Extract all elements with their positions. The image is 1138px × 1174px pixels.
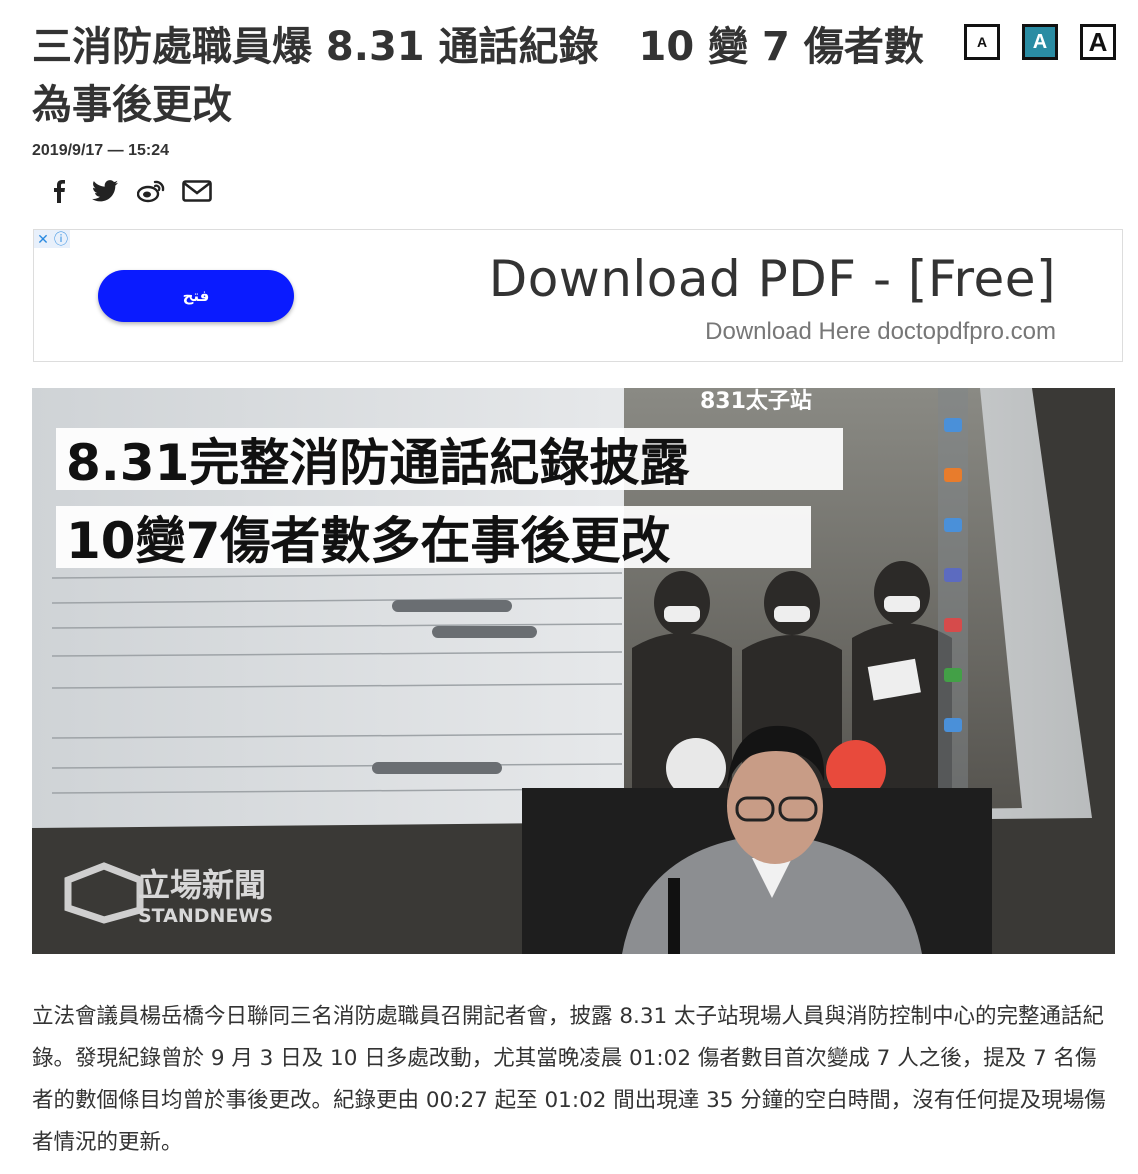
publish-date: 2019/9/17 — 15:24: [32, 142, 169, 159]
ad-open-button[interactable]: فتح: [98, 270, 294, 322]
share-bar: [44, 176, 212, 206]
article-body: 立法會議員楊岳橋今日聯同三名消防處職員召開記者會，披露 8.31 太子站現場人員…: [32, 1004, 1106, 1155]
ad-title[interactable]: Download PDF - [Free]: [489, 250, 1056, 308]
article-photo: 8.31完整消防通話紀錄披露 10變7傷者數多在事後更改 831太子站 立場新聞…: [32, 388, 1115, 954]
ad-banner[interactable]: ✕ ⓘ فتح Download PDF - [Free] Download H…: [33, 229, 1123, 362]
article-title: 三消防處職員爆 8.31 通話紀錄 10 變 7 傷者數為事後更改: [32, 24, 924, 128]
photo-watermark-cn: 立場新聞: [138, 866, 266, 904]
photo-illustration: 8.31完整消防通話紀錄披露 10變7傷者數多在事後更改 831太子站 立場新聞…: [32, 388, 1115, 954]
font-size-small-button[interactable]: A: [964, 24, 1000, 60]
ad-close-icon[interactable]: ✕: [34, 230, 52, 248]
photo-watermark-en: STANDNEWS: [138, 905, 273, 927]
weibo-icon[interactable]: [136, 176, 166, 206]
font-size-medium-button[interactable]: A: [1022, 24, 1058, 60]
email-icon[interactable]: [182, 176, 212, 206]
facebook-icon[interactable]: [44, 176, 74, 206]
twitter-icon[interactable]: [90, 176, 120, 206]
ad-info-icon[interactable]: ⓘ: [52, 230, 70, 248]
photo-headline-line2: 10變7傷者數多在事後更改: [66, 512, 670, 570]
font-size-large-button[interactable]: A: [1080, 24, 1116, 60]
photo-screen-caption: 831太子站: [700, 389, 812, 414]
ad-marks: ✕ ⓘ: [34, 230, 70, 248]
photo-headline-line1: 8.31完整消防通話紀錄披露: [66, 434, 690, 492]
ad-subtitle: Download Here doctopdfpro.com: [705, 318, 1056, 345]
font-size-controls: A A A: [964, 24, 1116, 60]
